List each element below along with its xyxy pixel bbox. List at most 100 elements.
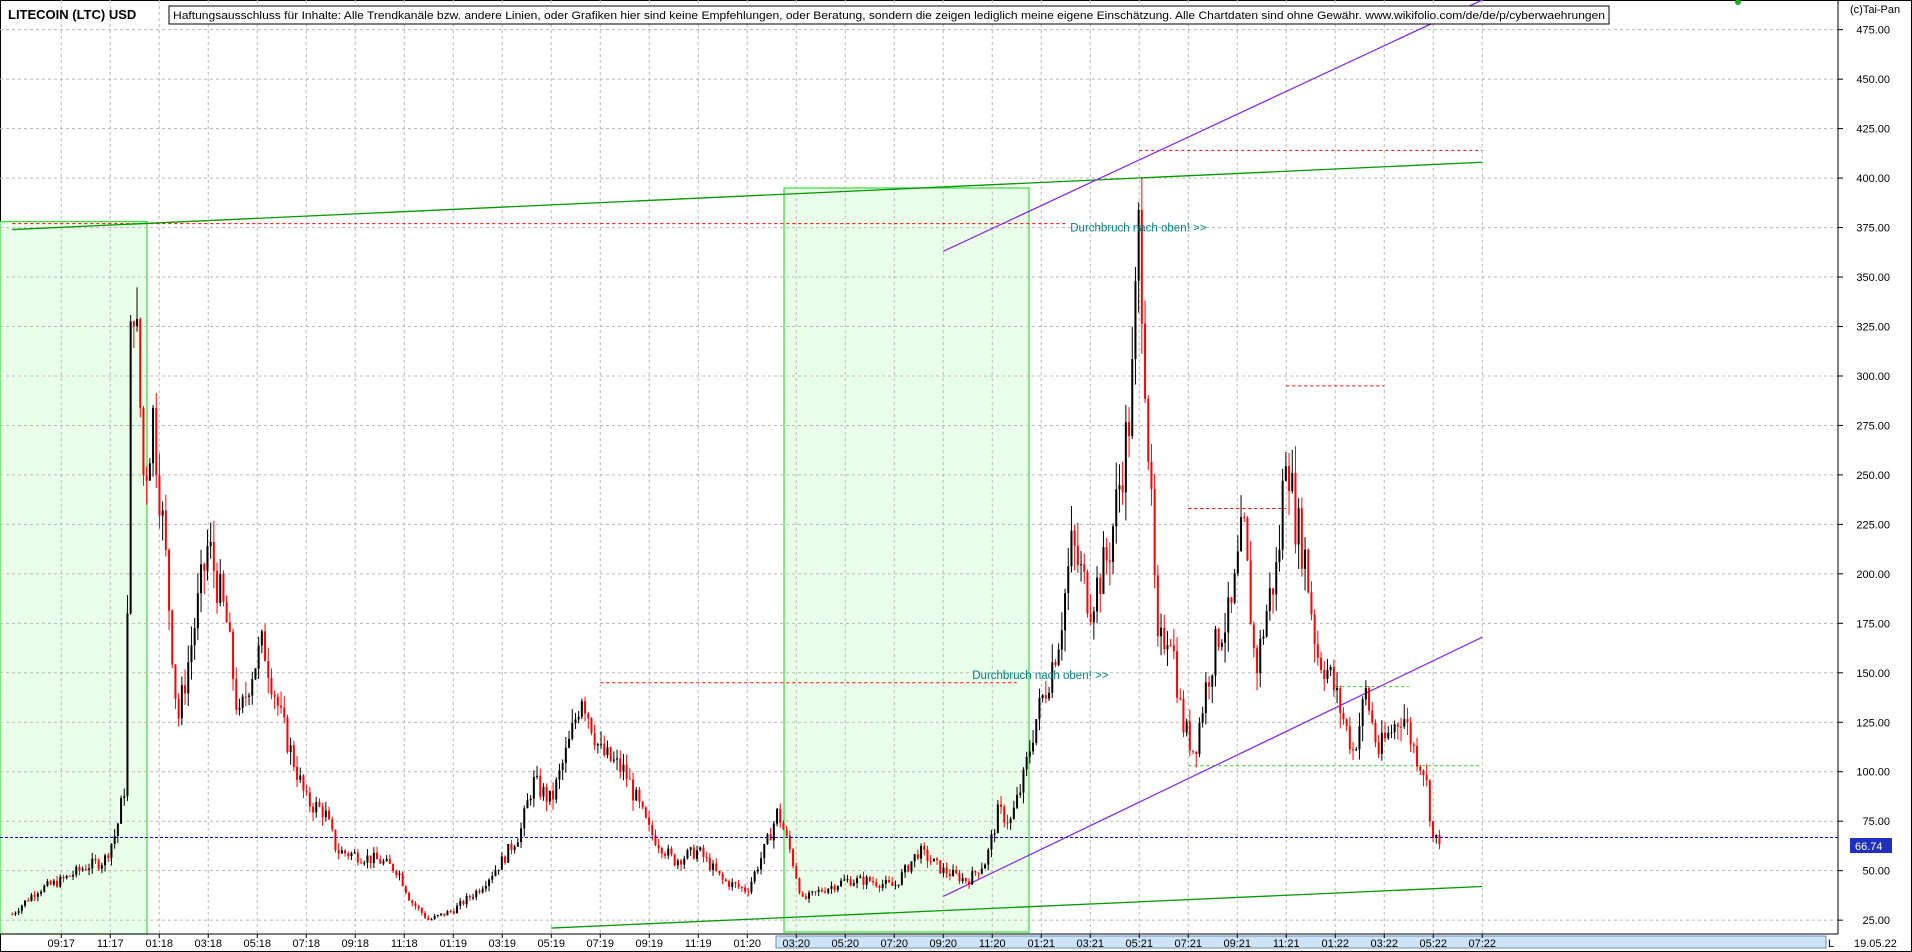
candle-body bbox=[484, 885, 487, 889]
x-tick-label-07:18: 07:18 bbox=[292, 938, 320, 950]
candle-body bbox=[968, 881, 971, 885]
candle-body bbox=[200, 564, 203, 594]
candle-body bbox=[136, 319, 139, 327]
candle-body bbox=[24, 900, 27, 906]
candle-body bbox=[801, 893, 804, 897]
candle-body bbox=[766, 834, 769, 845]
candle-body bbox=[1172, 645, 1175, 652]
candle-body bbox=[1233, 573, 1236, 603]
candle-body bbox=[500, 856, 503, 870]
candle-body bbox=[292, 745, 295, 767]
x-tick-label-01:22: 01:22 bbox=[1321, 938, 1349, 950]
candle-body bbox=[1038, 697, 1041, 720]
candle-body bbox=[974, 871, 977, 873]
candle-body bbox=[116, 823, 119, 836]
candle-body bbox=[1358, 726, 1361, 750]
candle-body bbox=[30, 895, 33, 901]
candle-body bbox=[174, 664, 177, 699]
candle-body bbox=[1384, 732, 1387, 739]
candle-body bbox=[1323, 669, 1326, 679]
candle-body bbox=[619, 758, 622, 772]
candle-body bbox=[827, 888, 830, 893]
candle-body bbox=[862, 876, 865, 885]
candle-body bbox=[644, 807, 647, 818]
candle-body bbox=[1003, 806, 1006, 823]
candle-body bbox=[513, 846, 516, 850]
candle-body bbox=[177, 698, 180, 719]
candle-body bbox=[1121, 485, 1124, 493]
candle-body bbox=[1355, 749, 1358, 751]
candle-body bbox=[1272, 588, 1275, 595]
candle-body bbox=[17, 911, 20, 913]
candle-body bbox=[104, 855, 107, 866]
candle-body bbox=[372, 852, 375, 864]
candle-body bbox=[1131, 359, 1134, 437]
candle-body bbox=[875, 882, 878, 886]
y-tick-label-275: 275.00 bbox=[1856, 420, 1890, 432]
candle-body bbox=[1406, 719, 1409, 723]
x-tick-label-07:21: 07:21 bbox=[1174, 938, 1202, 950]
candle-body bbox=[702, 847, 705, 858]
candle-body bbox=[990, 834, 993, 850]
candle-body bbox=[158, 475, 161, 516]
candle-body bbox=[744, 887, 747, 892]
candle-body bbox=[1179, 697, 1182, 699]
candle-body bbox=[1070, 530, 1073, 567]
candle-body bbox=[1304, 549, 1307, 569]
candle-body bbox=[1089, 613, 1092, 623]
candle-body bbox=[609, 747, 612, 761]
candle-body bbox=[398, 873, 401, 875]
candle-body bbox=[808, 892, 811, 899]
candle-body bbox=[1048, 692, 1051, 699]
candle-body bbox=[187, 662, 190, 694]
candle-body bbox=[46, 881, 49, 886]
candle-body bbox=[753, 871, 756, 882]
candle-body bbox=[1012, 807, 1015, 819]
candle-body bbox=[638, 789, 641, 802]
candle-body bbox=[1124, 422, 1127, 493]
candle-body bbox=[1243, 517, 1246, 519]
candle-body bbox=[737, 883, 740, 887]
candle-body bbox=[1134, 280, 1137, 360]
candle-body bbox=[596, 743, 599, 746]
candle-body bbox=[420, 908, 423, 913]
candle-body bbox=[859, 876, 862, 879]
candle-body bbox=[1182, 698, 1185, 733]
candle-body bbox=[705, 857, 708, 859]
candle-body bbox=[376, 852, 379, 860]
candle-body bbox=[622, 764, 625, 772]
candle-body bbox=[1108, 560, 1111, 562]
candle-body bbox=[1147, 398, 1150, 462]
candle-body bbox=[932, 858, 935, 862]
candle-body bbox=[1364, 687, 1367, 700]
candle-body bbox=[529, 798, 532, 801]
candle-body bbox=[894, 885, 897, 887]
candle-body bbox=[606, 747, 609, 756]
candle-body bbox=[673, 854, 676, 866]
candle-body bbox=[225, 602, 228, 623]
candle-body bbox=[900, 872, 903, 885]
candle-body bbox=[628, 778, 631, 780]
scale-letter: L bbox=[1828, 938, 1834, 950]
candle-body bbox=[276, 696, 279, 706]
candle-body bbox=[120, 798, 123, 824]
candle-body bbox=[430, 919, 433, 921]
candle-body bbox=[1227, 597, 1230, 633]
candle-body bbox=[286, 717, 289, 753]
x-tick-label-07:22: 07:22 bbox=[1468, 938, 1496, 950]
candle-body bbox=[1144, 323, 1147, 399]
candle-body bbox=[328, 810, 331, 820]
candle-body bbox=[1313, 614, 1316, 645]
candle-body bbox=[369, 855, 372, 864]
candle-body bbox=[1128, 422, 1131, 437]
candle-body bbox=[1224, 632, 1227, 643]
candle-body bbox=[846, 879, 849, 881]
candle-body bbox=[564, 747, 567, 764]
x-tick-label-03:22: 03:22 bbox=[1370, 938, 1398, 950]
candle-body bbox=[193, 628, 196, 646]
candle-body bbox=[884, 880, 887, 884]
candle-body bbox=[184, 685, 187, 694]
x-tick-label-11:21: 11:21 bbox=[1273, 938, 1300, 950]
candle-body bbox=[523, 808, 526, 829]
candle-body bbox=[708, 857, 711, 870]
